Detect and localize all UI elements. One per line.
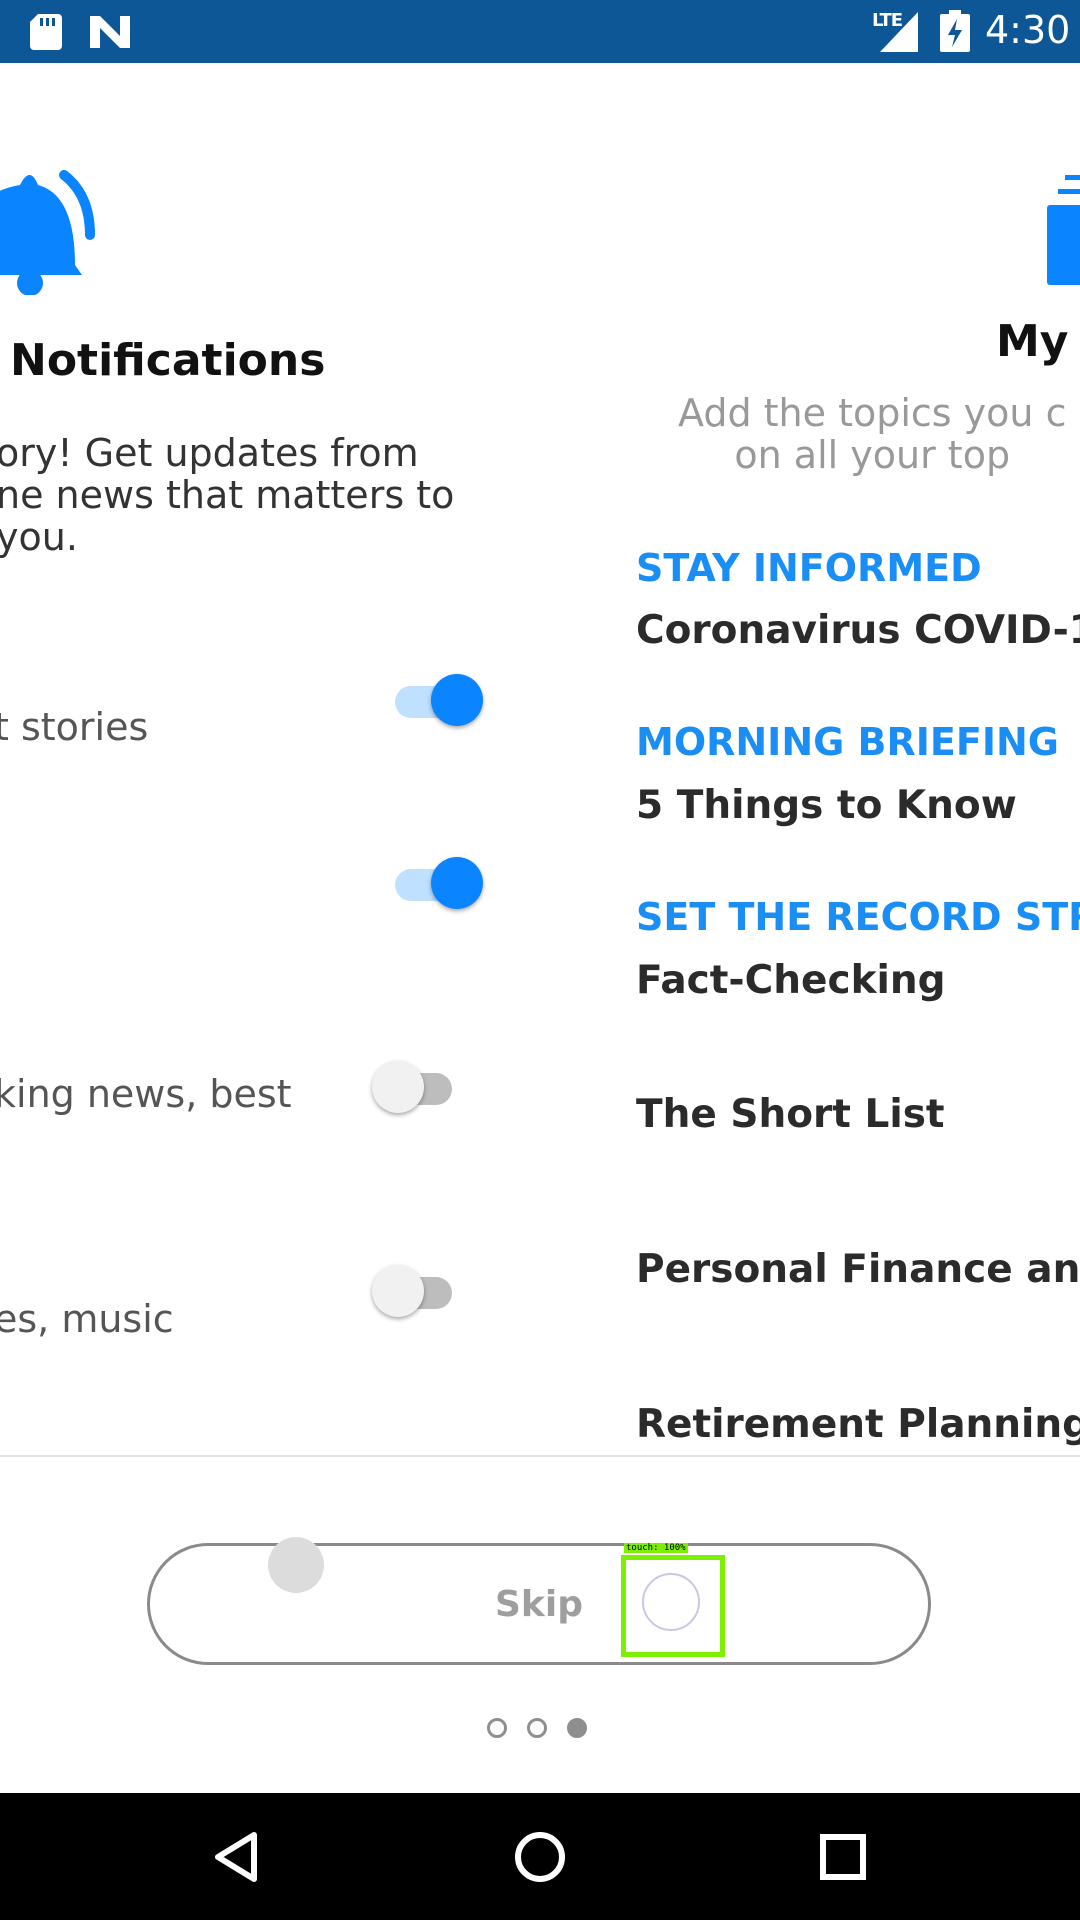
page-dot-active[interactable] bbox=[567, 1718, 587, 1738]
notification-toggle[interactable] bbox=[393, 851, 483, 911]
navigation-bar bbox=[0, 1793, 1080, 1920]
notification-toggle[interactable] bbox=[393, 668, 483, 728]
battery-charging-icon bbox=[940, 10, 970, 52]
touch-label: touch: 100% bbox=[624, 1543, 688, 1553]
topic-item[interactable]: Fact-Checking bbox=[636, 958, 946, 1003]
footer-divider bbox=[0, 1455, 1080, 1457]
notification-row-label: king news, best bbox=[0, 1072, 292, 1116]
page-dot[interactable] bbox=[487, 1718, 507, 1738]
notification-row-label: t stories bbox=[0, 705, 149, 749]
topics-icon bbox=[1047, 175, 1080, 285]
page-indicator bbox=[487, 1718, 587, 1738]
back-icon bbox=[215, 1831, 257, 1882]
skip-button[interactable]: Skip bbox=[147, 1543, 931, 1665]
clock: 4:30 bbox=[985, 8, 1071, 52]
topic-item[interactable]: The Short List bbox=[636, 1092, 945, 1137]
n-logo-icon bbox=[90, 16, 130, 48]
topic-item[interactable]: 5 Things to Know bbox=[636, 783, 1017, 828]
topic-item[interactable]: Coronavirus COVID-19 bbox=[636, 608, 1080, 653]
bell-icon bbox=[0, 170, 95, 295]
recents-icon bbox=[820, 1833, 866, 1880]
topic-item[interactable]: Personal Finance and bbox=[636, 1247, 1080, 1292]
notification-toggle[interactable] bbox=[372, 1055, 462, 1115]
topic-category: MORNING BRIEFING bbox=[636, 720, 1059, 764]
home-icon bbox=[515, 1831, 565, 1882]
topic-item[interactable]: Retirement Planning bbox=[636, 1402, 1080, 1447]
recents-button[interactable] bbox=[793, 1793, 893, 1920]
topic-category: STAY INFORMED bbox=[636, 546, 982, 590]
topic-category: SET THE RECORD STRA bbox=[636, 895, 1080, 939]
touch-indicator bbox=[268, 1537, 324, 1593]
status-bar: LTE 4:30 bbox=[0, 0, 1080, 63]
notifications-description: ory! Get updates from ne news that matte… bbox=[0, 431, 455, 559]
notifications-title: Notifications bbox=[10, 335, 326, 386]
back-button[interactable] bbox=[186, 1793, 286, 1920]
skip-label: Skip bbox=[495, 1583, 583, 1625]
notification-row-label: es, music bbox=[0, 1297, 174, 1341]
my-topics-title: My T bbox=[996, 316, 1080, 367]
my-topics-description: Add the topics you c on all your top bbox=[678, 391, 1067, 477]
touch-ring bbox=[642, 1573, 700, 1631]
home-button[interactable] bbox=[490, 1793, 590, 1920]
page-dot[interactable] bbox=[527, 1718, 547, 1738]
signal-icon bbox=[880, 12, 918, 52]
sd-card-icon bbox=[30, 14, 62, 50]
notification-toggle[interactable] bbox=[372, 1259, 462, 1319]
